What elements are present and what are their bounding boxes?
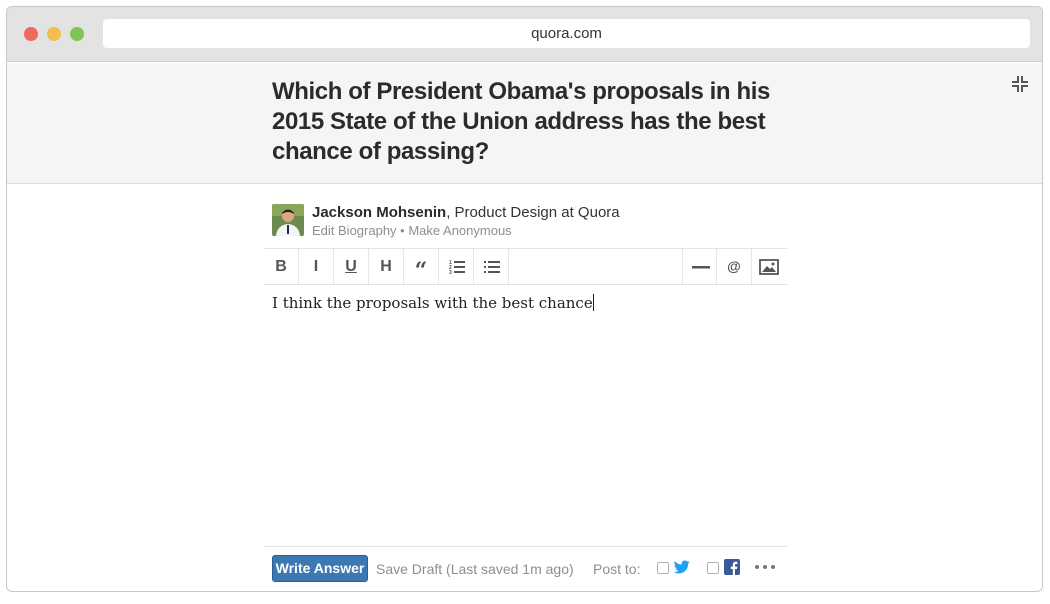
editor-toolbar: B I U H “ 1 2 3 @: [264, 248, 787, 285]
italic-button[interactable]: I: [299, 249, 334, 284]
image-icon: [759, 259, 779, 275]
question-title: Which of President Obama's proposals in …: [272, 78, 770, 165]
question-header: Which of President Obama's proposals in …: [7, 63, 1042, 184]
horizontal-rule-button[interactable]: [682, 249, 717, 284]
write-answer-button[interactable]: Write Answer: [272, 555, 368, 582]
bold-button[interactable]: B: [264, 249, 299, 284]
edit-biography-link[interactable]: Edit Biography: [312, 223, 397, 238]
heading-button[interactable]: H: [369, 249, 404, 284]
answer-footer: Write Answer Save Draft (Last saved 1m a…: [264, 546, 787, 591]
answer-editor[interactable]: I think the proposals with the best chan…: [272, 293, 787, 543]
link-separator: •: [396, 223, 409, 238]
svg-text:3: 3: [449, 270, 452, 276]
facebook-icon: [724, 559, 740, 575]
insert-image-button[interactable]: [752, 249, 787, 284]
post-to-twitter-checkbox[interactable]: [657, 562, 669, 574]
address-bar[interactable]: quora.com: [103, 19, 1030, 48]
post-to-label: Post to:: [593, 561, 641, 577]
horizontal-rule-icon: [692, 266, 710, 269]
text-cursor: [592, 294, 594, 311]
answer-text: I think the proposals with the best chan…: [272, 294, 593, 312]
author-info: Jackson Mohsenin, Product Design at Quor…: [272, 204, 792, 240]
bullet-list-button[interactable]: [474, 249, 509, 284]
author-line: Jackson Mohsenin, Product Design at Quor…: [312, 204, 620, 222]
twitter-icon: [673, 559, 690, 575]
make-anonymous-link[interactable]: Make Anonymous: [408, 223, 511, 238]
maximize-window-button[interactable]: [70, 27, 84, 41]
minimize-window-button[interactable]: [47, 27, 61, 41]
author-name[interactable]: Jackson Mohsenin: [312, 204, 446, 221]
quote-button[interactable]: “: [404, 249, 439, 284]
save-draft-link[interactable]: Save Draft (Last saved 1m ago): [376, 561, 574, 577]
close-window-button[interactable]: [24, 27, 38, 41]
author-links: Edit Biography • Make Anonymous: [312, 223, 512, 238]
bullet-list-icon: [484, 261, 500, 273]
browser-titlebar: quora.com: [7, 7, 1042, 62]
post-to-facebook-checkbox[interactable]: [707, 562, 719, 574]
mention-button[interactable]: @: [717, 249, 752, 284]
ordered-list-icon: 1 2 3: [449, 260, 465, 276]
avatar[interactable]: [272, 204, 304, 236]
author-credential[interactable]: , Product Design at Quora: [446, 204, 619, 221]
underline-button[interactable]: U: [334, 249, 369, 284]
ordered-list-button[interactable]: 1 2 3: [439, 249, 474, 284]
browser-window: quora.com Which of President Obama's pro…: [6, 6, 1043, 592]
collapse-icon[interactable]: [1011, 75, 1029, 93]
more-icon[interactable]: [754, 559, 776, 575]
